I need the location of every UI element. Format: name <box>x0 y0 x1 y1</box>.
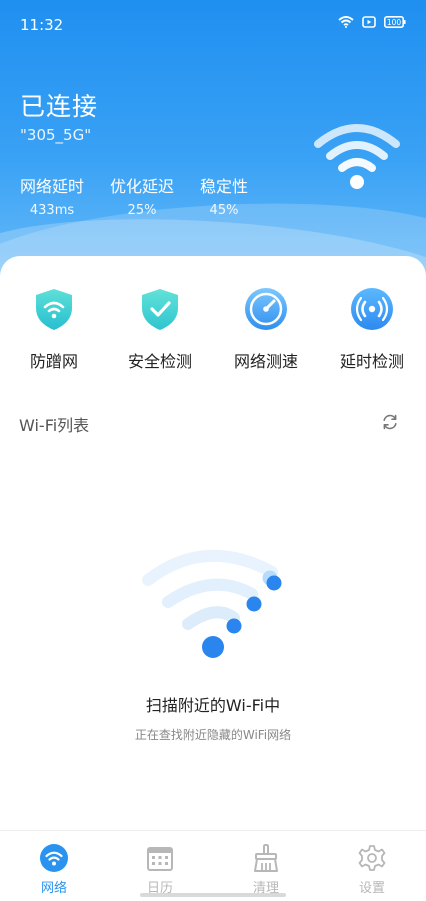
tool-label: 延时检测 <box>339 352 404 371</box>
metric-label: 网络延时 <box>20 177 85 196</box>
signal-icon <box>349 286 395 332</box>
metric-latency: 网络延时 433ms <box>20 173 84 218</box>
gear-icon <box>357 843 387 873</box>
tool-label: 安全检测 <box>127 352 192 371</box>
wifi-status-icon <box>338 16 354 28</box>
tool-label: 防蹭网 <box>29 352 78 371</box>
wifi-shield-icon <box>31 286 77 332</box>
check-shield-icon <box>137 286 183 332</box>
nav-item-settings[interactable]: 设置 <box>332 843 412 896</box>
wifi-list-title: Wi-Fi列表 <box>19 416 90 435</box>
tool-label: 网络测速 <box>233 352 298 371</box>
connected-ssid: "305_5G" <box>20 126 92 144</box>
refresh-icon[interactable] <box>380 412 400 432</box>
tool-security-check[interactable]: 安全检测 <box>110 286 210 372</box>
status-time: 11:32 <box>20 16 64 34</box>
nav-label: 设置 <box>358 881 385 896</box>
broom-icon <box>251 843 281 873</box>
wifi-nav-icon <box>39 843 69 873</box>
metric-value: 45% <box>209 203 239 218</box>
connection-title: 已连接 <box>20 92 99 121</box>
tool-latency-check[interactable]: 延时检测 <box>322 286 422 372</box>
metric-value: 433ms <box>29 203 75 218</box>
metric-label: 稳定性 <box>200 177 249 196</box>
nav-item-clean[interactable]: 清理 <box>226 843 306 896</box>
home-indicator[interactable] <box>140 893 286 897</box>
metric-label: 优化延迟 <box>110 177 175 196</box>
status-bar: 11:32 100 <box>0 0 426 52</box>
battery-icon: 100 <box>384 16 406 28</box>
scan-status-subtitle: 正在查找附近隐藏的WiFi网络 <box>134 728 292 742</box>
nav-label: 网络 <box>40 881 67 896</box>
status-icons: 100 <box>338 16 406 28</box>
wifi-scanning-icon <box>140 548 290 667</box>
screen-record-icon <box>362 16 376 28</box>
calendar-icon <box>145 843 175 873</box>
tool-speed-test[interactable]: 网络测速 <box>216 286 316 372</box>
scan-status-title: 扫描附近的Wi-Fi中 <box>145 696 281 715</box>
nav-item-network[interactable]: 网络 <box>14 843 94 896</box>
metric-value: 25% <box>127 203 157 218</box>
wifi-signal-icon <box>312 120 402 196</box>
metric-optimize: 优化延迟 25% <box>110 173 174 218</box>
speedometer-icon <box>243 286 289 332</box>
nav-item-calendar[interactable]: 日历 <box>120 843 200 896</box>
tool-anti-freeload[interactable]: 防蹭网 <box>4 286 104 372</box>
battery-level: 100 <box>387 18 402 27</box>
bottom-navigation: 网络 日历 清理 设置 <box>0 830 426 901</box>
metric-stability: 稳定性 45% <box>200 173 248 218</box>
